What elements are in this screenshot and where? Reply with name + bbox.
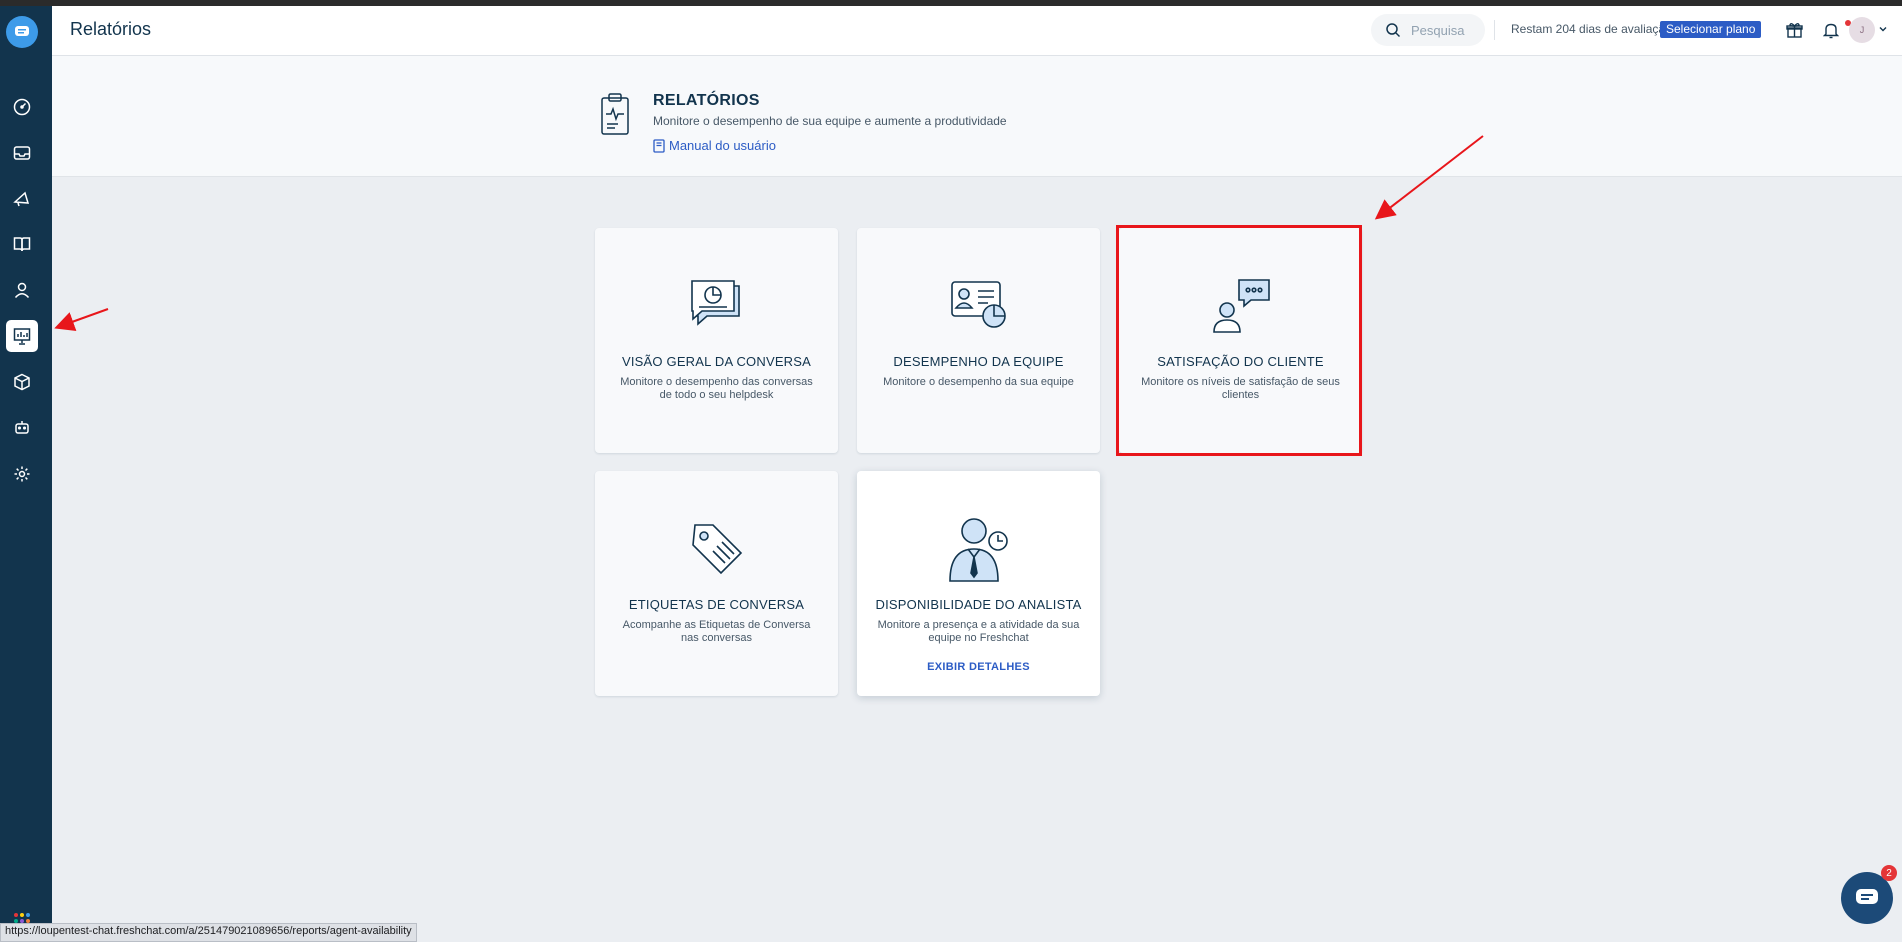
chat-chart-icon xyxy=(690,280,740,326)
card-description: Monitore o desempenho das conversas de t… xyxy=(620,376,813,401)
gift-icon[interactable] xyxy=(1784,20,1804,40)
card-team-performance[interactable]: DESEMPENHO DA EQUIPE Monitore o desempen… xyxy=(857,228,1100,453)
settings-icon[interactable] xyxy=(6,458,38,490)
arrow-to-sidebar xyxy=(54,308,109,331)
card-description: Acompanhe as Etiquetas de Conversa nas c… xyxy=(622,619,811,644)
chevron-down-icon[interactable] xyxy=(1879,26,1887,32)
inbox-icon[interactable] xyxy=(6,137,38,169)
card-agent-availability[interactable]: DISPONIBILIDADE DO ANALISTA Monitore a p… xyxy=(857,471,1100,696)
card-title: ETIQUETAS DE CONVERSA xyxy=(628,597,805,612)
card-title: VISÃO GERAL DA CONVERSA xyxy=(621,354,812,369)
card-title: DISPONIBILIDADE DO ANALISTA xyxy=(875,597,1082,612)
clipboard-report-icon xyxy=(601,93,629,135)
top-bar: Relatórios Pesquisa Restam 204 dias de a… xyxy=(52,6,1902,56)
card-conversation-overview[interactable]: VISÃO GERAL DA CONVERSA Monitore o desem… xyxy=(595,228,838,453)
user-manual-link-text: Manual do usuário xyxy=(669,138,776,153)
chat-unread-badge: 2 xyxy=(1881,865,1897,881)
search-icon xyxy=(1386,23,1401,38)
card-title: DESEMPENHO DA EQUIPE xyxy=(893,354,1064,369)
reports-icon[interactable] xyxy=(6,320,38,352)
chat-icon xyxy=(1856,889,1878,904)
card-conversation-labels[interactable]: ETIQUETAS DE CONVERSA Acompanhe as Etiqu… xyxy=(595,471,838,696)
reports-subtitle: Monitore o desempenho de sua equipe e au… xyxy=(653,114,1007,128)
team-chart-icon xyxy=(950,281,1006,328)
bell-icon[interactable] xyxy=(1821,20,1841,40)
reports-title: RELATÓRIOS xyxy=(653,92,760,109)
reports-header: RELATÓRIOS Monitore o desempenho de sua … xyxy=(52,56,1902,177)
freshchat-logo-icon[interactable] xyxy=(6,16,38,48)
sidebar xyxy=(0,6,52,940)
card-description: Monitore os níveis de satisfação de seus… xyxy=(1141,376,1340,401)
dashboard-icon[interactable] xyxy=(6,91,38,123)
view-details-link[interactable]: EXIBIR DETALHES xyxy=(857,661,1100,673)
user-manual-link[interactable]: Manual do usuário xyxy=(653,138,776,153)
book-icon xyxy=(653,138,665,153)
search-input[interactable]: Pesquisa xyxy=(1371,14,1485,46)
page-title: Relatórios xyxy=(70,19,152,39)
agent-clock-icon xyxy=(948,518,1008,582)
card-customer-satisfaction[interactable]: SATISFAÇÃO DO CLIENTE Monitore os níveis… xyxy=(1119,228,1362,453)
trial-status-text: Restam 204 dias de avaliação xyxy=(1511,22,1672,36)
contacts-icon[interactable] xyxy=(6,274,38,306)
tag-icon xyxy=(691,524,742,575)
select-plan-button[interactable]: Selecionar plano xyxy=(1660,21,1762,38)
avatar[interactable]: J xyxy=(1849,17,1875,43)
bots-icon[interactable] xyxy=(6,412,38,444)
customer-feedback-icon xyxy=(1212,279,1270,333)
divider xyxy=(1494,20,1495,40)
products-icon[interactable] xyxy=(6,366,38,398)
status-bar-url: https://loupentest-chat.freshchat.com/a/… xyxy=(0,923,417,942)
campaigns-icon[interactable] xyxy=(6,183,38,215)
card-description: Monitore a presença e a atividade da sua… xyxy=(877,619,1080,644)
knowledge-base-icon[interactable] xyxy=(6,228,38,260)
card-description: Monitore o desempenho da sua equipe xyxy=(883,376,1074,388)
search-placeholder: Pesquisa xyxy=(1411,22,1465,38)
card-title: SATISFAÇÃO DO CLIENTE xyxy=(1157,354,1324,369)
